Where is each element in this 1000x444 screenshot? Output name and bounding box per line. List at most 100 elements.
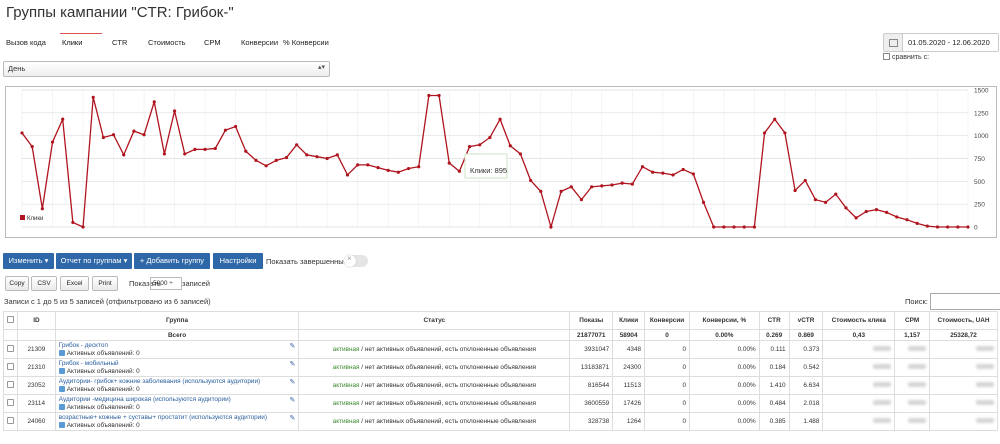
data-point[interactable] bbox=[396, 170, 400, 174]
data-point[interactable] bbox=[620, 181, 624, 185]
col-cost[interactable]: Стоимость, UAH bbox=[929, 311, 998, 330]
data-point[interactable] bbox=[386, 168, 390, 172]
edit-icon[interactable]: ✎ bbox=[289, 396, 295, 404]
tab-clicks[interactable]: Клики bbox=[62, 38, 82, 47]
data-point[interactable] bbox=[427, 93, 431, 98]
data-point[interactable] bbox=[457, 169, 461, 173]
edit-icon[interactable]: ✎ bbox=[289, 360, 295, 368]
data-point[interactable] bbox=[895, 215, 899, 219]
data-point[interactable] bbox=[661, 171, 665, 175]
col-clicks[interactable]: Клики bbox=[612, 311, 646, 330]
col-conversions[interactable]: Конверсии bbox=[644, 311, 691, 330]
data-point[interactable] bbox=[854, 216, 858, 220]
table-row[interactable]: 23114 ✎ Аудитории -медицина широкая (испол… bbox=[3, 394, 998, 413]
data-point[interactable] bbox=[823, 200, 828, 204]
data-point[interactable] bbox=[274, 158, 278, 162]
table-row[interactable]: 21310 ✎ Грибок - мобильный Активных объявле… bbox=[3, 358, 998, 377]
period-select[interactable]: День ▴▾ bbox=[3, 61, 330, 77]
row-checkbox[interactable] bbox=[3, 376, 18, 395]
data-point[interactable] bbox=[600, 184, 604, 188]
data-point[interactable] bbox=[722, 225, 726, 229]
data-point[interactable] bbox=[925, 224, 929, 228]
data-point[interactable] bbox=[20, 131, 24, 135]
row-checkbox[interactable] bbox=[3, 358, 18, 377]
data-point[interactable] bbox=[122, 153, 126, 157]
col-status[interactable]: Статус bbox=[298, 311, 571, 330]
data-point[interactable] bbox=[101, 135, 105, 140]
data-point[interactable] bbox=[335, 153, 339, 157]
data-point[interactable] bbox=[813, 198, 818, 202]
data-point[interactable] bbox=[905, 218, 909, 222]
chart-legend[interactable]: Клики bbox=[20, 215, 43, 222]
data-point[interactable] bbox=[864, 209, 868, 214]
row-checkbox[interactable] bbox=[3, 394, 18, 413]
select-all-checkbox[interactable] bbox=[3, 311, 18, 330]
data-point[interactable] bbox=[376, 166, 380, 170]
data-point[interactable] bbox=[40, 207, 44, 211]
data-point[interactable] bbox=[793, 188, 797, 193]
col-shows[interactable]: Показы bbox=[569, 311, 614, 330]
group-name-link[interactable]: Аудитории -медицина широкая (используютс… bbox=[59, 396, 296, 404]
print-button[interactable]: Print bbox=[92, 276, 118, 291]
data-point[interactable] bbox=[50, 140, 55, 144]
data-point[interactable] bbox=[701, 200, 706, 204]
table-row[interactable]: 23052 ✎ Аудитории- грибок+ кожние заболева… bbox=[3, 376, 998, 395]
data-point[interactable] bbox=[325, 156, 329, 161]
data-point[interactable] bbox=[956, 225, 960, 229]
col-id[interactable]: ID bbox=[17, 311, 56, 330]
data-point[interactable] bbox=[254, 158, 258, 162]
data-point[interactable] bbox=[417, 165, 421, 169]
data-point[interactable] bbox=[569, 185, 573, 189]
data-point[interactable] bbox=[284, 155, 289, 160]
data-point[interactable] bbox=[234, 124, 238, 129]
data-point[interactable] bbox=[671, 173, 675, 177]
data-point[interactable] bbox=[295, 143, 299, 147]
data-point[interactable] bbox=[681, 167, 685, 172]
col-conversion-percent[interactable]: Конверсии, % bbox=[689, 311, 760, 330]
data-point[interactable] bbox=[783, 131, 787, 135]
data-point[interactable] bbox=[61, 117, 65, 121]
show-finished-toggle[interactable] bbox=[344, 254, 368, 267]
tab-cpm[interactable]: CPM bbox=[204, 38, 221, 47]
data-point[interactable] bbox=[844, 206, 848, 210]
search-input[interactable] bbox=[930, 293, 1000, 310]
col-group[interactable]: Группа bbox=[54, 311, 300, 330]
data-point[interactable] bbox=[488, 135, 492, 140]
data-point[interactable] bbox=[539, 189, 543, 193]
data-point[interactable] bbox=[742, 225, 746, 229]
calendar-icon[interactable] bbox=[884, 34, 903, 51]
data-point[interactable] bbox=[478, 143, 482, 147]
group-name-link[interactable]: возрастные+ кожные + суставы+ простатит … bbox=[59, 414, 296, 422]
add-group-button[interactable]: + Добавить группу bbox=[134, 253, 210, 269]
tab-ctr[interactable]: CTR bbox=[112, 38, 127, 47]
data-point[interactable] bbox=[773, 117, 777, 121]
data-point[interactable] bbox=[529, 178, 533, 183]
data-point[interactable] bbox=[132, 129, 136, 133]
data-point[interactable] bbox=[498, 117, 502, 121]
data-point[interactable] bbox=[406, 166, 411, 171]
data-point[interactable] bbox=[172, 109, 177, 113]
row-checkbox[interactable] bbox=[3, 412, 18, 431]
col-cpm[interactable]: CPM bbox=[894, 311, 931, 330]
data-point[interactable] bbox=[915, 221, 919, 225]
data-point[interactable] bbox=[640, 165, 645, 169]
data-point[interactable] bbox=[345, 173, 350, 177]
col-vctr[interactable]: vCTR bbox=[788, 311, 824, 330]
edit-icon[interactable]: ✎ bbox=[289, 378, 295, 386]
data-point[interactable] bbox=[315, 155, 319, 159]
data-point[interactable] bbox=[244, 149, 248, 153]
data-point[interactable] bbox=[142, 133, 146, 137]
edit-icon[interactable]: ✎ bbox=[289, 342, 295, 350]
data-point[interactable] bbox=[366, 163, 370, 167]
tab-conversion-percent[interactable]: % Конверсии bbox=[283, 38, 329, 47]
data-point[interactable] bbox=[549, 225, 553, 229]
data-point[interactable] bbox=[651, 170, 655, 174]
compare-option[interactable]: сравнить с: bbox=[883, 53, 929, 61]
data-point[interactable] bbox=[508, 144, 512, 148]
data-point[interactable] bbox=[803, 178, 807, 183]
data-point[interactable] bbox=[437, 93, 441, 98]
data-point[interactable] bbox=[559, 189, 563, 193]
data-point[interactable] bbox=[91, 95, 95, 99]
table-row[interactable]: 24060 ✎ возрастные+ кожные + суставы+ прос… bbox=[3, 412, 998, 431]
group-name-link[interactable]: Грибок - мобильный bbox=[59, 360, 296, 368]
